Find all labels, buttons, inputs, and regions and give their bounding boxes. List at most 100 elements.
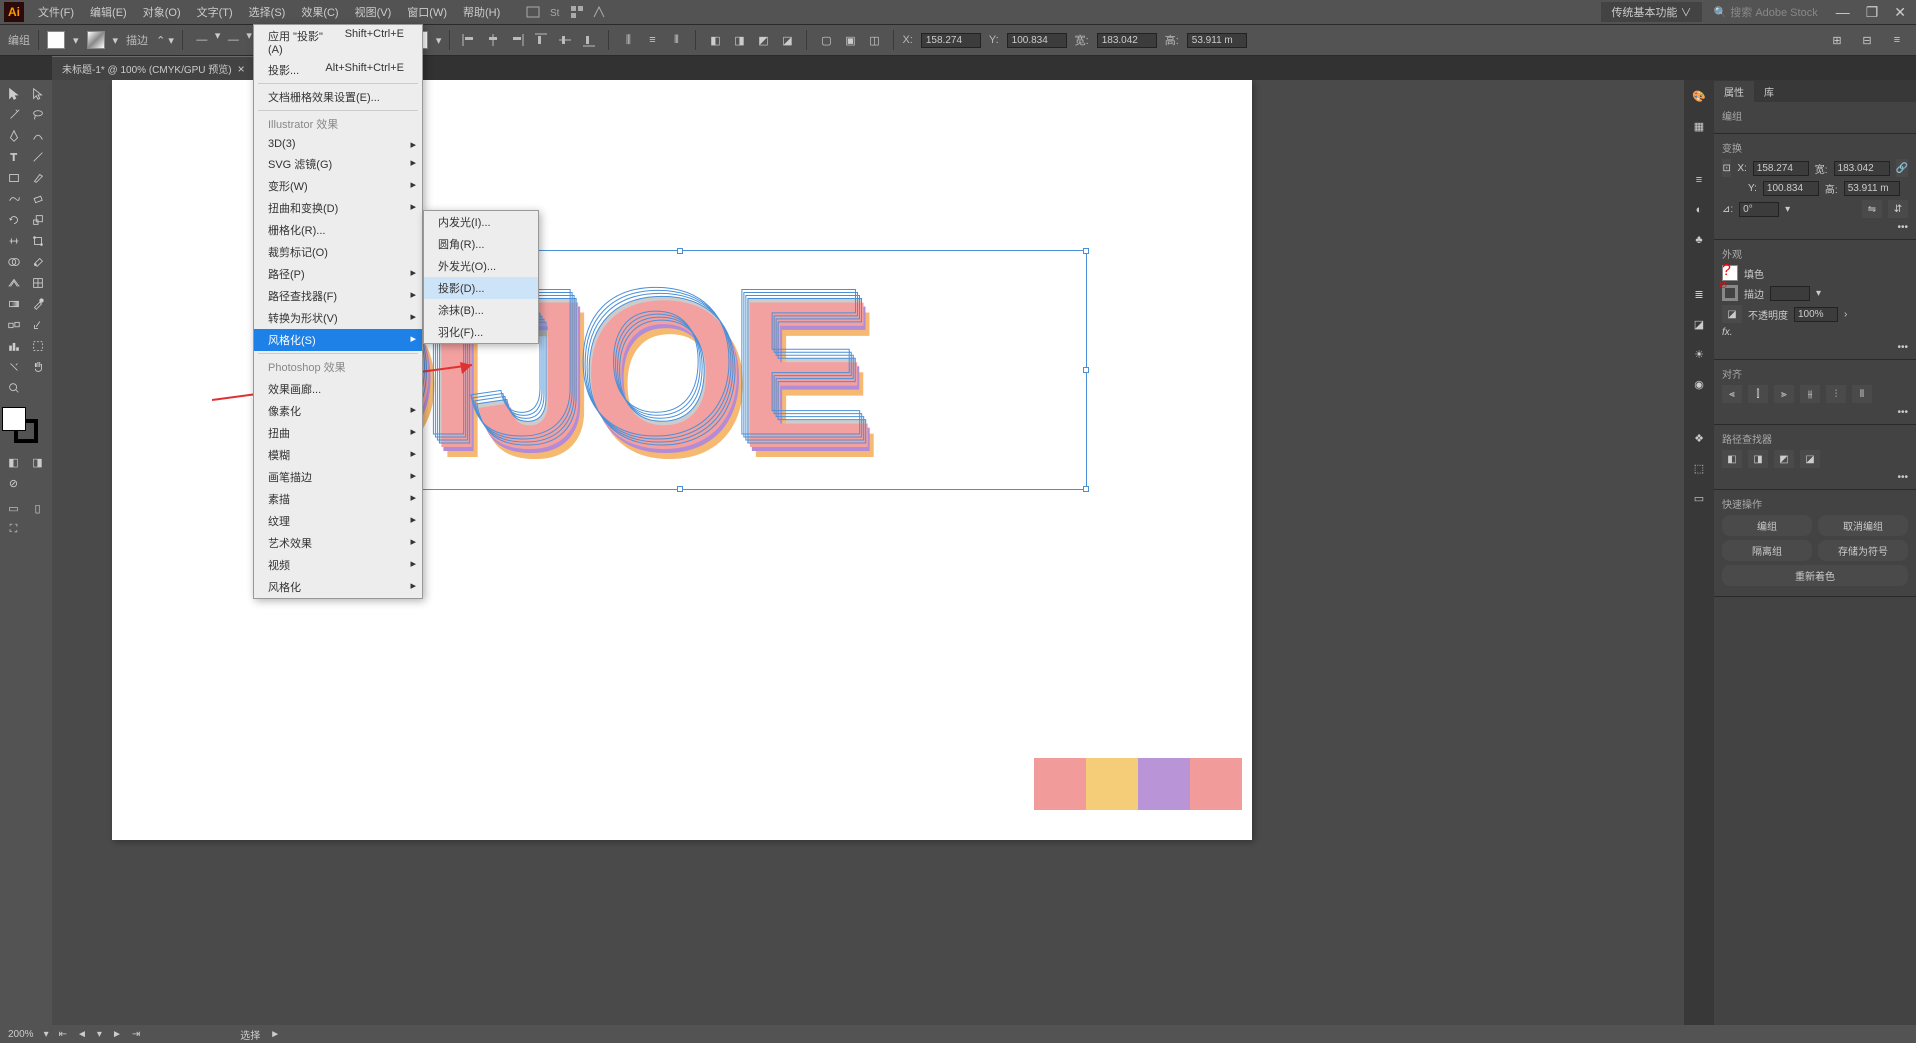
reference-point-icon[interactable]: ⊡ xyxy=(1722,159,1731,177)
menu-pixelate[interactable]: 像素化▸ xyxy=(254,400,422,422)
w-input[interactable] xyxy=(1097,33,1157,48)
type-tool[interactable]: T xyxy=(2,147,25,167)
more-options-icon[interactable]: ••• xyxy=(1897,407,1908,418)
artboard-nav-dropdown[interactable]: ▾ xyxy=(97,1029,102,1040)
isolate-button[interactable]: 隔离组 xyxy=(1722,540,1812,561)
tab-properties[interactable]: 属性 xyxy=(1714,81,1754,102)
menu-file[interactable]: 文件(F) xyxy=(30,1,82,23)
menu-raster-settings[interactable]: 文档栅格效果设置(E)... xyxy=(254,86,422,108)
chevron-right-icon[interactable]: › xyxy=(1844,309,1847,320)
fill-swatch[interactable] xyxy=(47,31,65,49)
swatches-panel-icon[interactable]: ▦ xyxy=(1689,116,1709,136)
stroke-profile-icon[interactable]: — xyxy=(191,29,213,51)
nav-next-icon[interactable]: ► xyxy=(112,1029,122,1040)
stroke-weight-input[interactable] xyxy=(1770,286,1810,301)
pathfinder-intersect-icon[interactable]: ◩ xyxy=(1774,450,1794,468)
group-button[interactable]: 编组 xyxy=(1722,515,1812,536)
paintbrush-tool[interactable] xyxy=(26,168,49,188)
symbol-sprayer-tool[interactable] xyxy=(26,315,49,335)
menu-blur[interactable]: 模糊▸ xyxy=(254,444,422,466)
asset-export-panel-icon[interactable]: ⬚ xyxy=(1689,458,1709,478)
window-minimize[interactable]: — xyxy=(1830,2,1856,22)
stroke-label[interactable]: 描边 xyxy=(126,32,148,48)
menu-artistic[interactable]: 艺术效果▸ xyxy=(254,532,422,554)
opacity-input[interactable] xyxy=(1794,307,1838,322)
gradient-panel-icon[interactable]: ◐ xyxy=(1689,200,1709,220)
eraser-tool[interactable] xyxy=(26,189,49,209)
chevron-down-icon[interactable]: ▾ xyxy=(1785,204,1790,215)
menu-texture[interactable]: 纹理▸ xyxy=(254,510,422,532)
color-panel-icon[interactable]: 🎨 xyxy=(1689,86,1709,106)
hand-tool[interactable] xyxy=(26,357,49,377)
layers-panel-icon[interactable]: ❖ xyxy=(1689,428,1709,448)
window-close[interactable]: ✕ xyxy=(1888,2,1912,23)
direct-selection-tool[interactable] xyxy=(26,84,49,104)
more-options-icon[interactable]: ••• xyxy=(1897,472,1908,483)
lasso-tool[interactable] xyxy=(26,105,49,125)
align-left-icon[interactable]: ⫷ xyxy=(1722,385,1742,403)
menu-effect[interactable]: 效果(C) xyxy=(293,1,346,23)
menu-3d[interactable]: 3D(3)▸ xyxy=(254,135,422,153)
appearance-panel-icon[interactable]: ☀ xyxy=(1689,344,1709,364)
chevron-down-icon[interactable]: ▾ xyxy=(1816,288,1821,299)
cloud-doc-icon[interactable] xyxy=(522,1,544,23)
menu-scribble[interactable]: 涂抹(B)... xyxy=(424,299,538,321)
chevron-down-icon[interactable]: ▾ xyxy=(113,34,119,47)
shape-mode-2-icon[interactable]: ▣ xyxy=(839,29,861,51)
more-options-icon[interactable]: ••• xyxy=(1897,222,1908,233)
menu-ps-stylize[interactable]: 风格化▸ xyxy=(254,576,422,598)
chevron-down-icon[interactable]: ▾ xyxy=(73,34,79,47)
selection-tool[interactable] xyxy=(2,84,25,104)
menu-pathfinder[interactable]: 路径查找器(F)▸ xyxy=(254,285,422,307)
y-input[interactable] xyxy=(1007,33,1067,48)
live-paint-tool[interactable] xyxy=(26,252,49,272)
gradient-tool[interactable] xyxy=(2,294,25,314)
menu-effect-gallery[interactable]: 效果画廊... xyxy=(254,378,422,400)
perspective-grid-tool[interactable] xyxy=(2,273,25,293)
flip-h-icon[interactable]: ⇋ xyxy=(1862,200,1882,218)
x-input[interactable] xyxy=(1753,161,1809,176)
align-vcenter-icon[interactable]: ⫶ xyxy=(1826,385,1846,403)
menu-crop-marks[interactable]: 裁剪标记(O) xyxy=(254,241,422,263)
distribute-h-icon[interactable]: ⫼ xyxy=(617,29,639,51)
lock-aspect-icon[interactable]: 🔗 xyxy=(1896,159,1908,177)
distribute-v-icon[interactable]: ≡ xyxy=(641,29,663,51)
panel-toggle-2-icon[interactable]: ⊟ xyxy=(1856,29,1878,51)
stock-icon[interactable]: St xyxy=(544,1,566,23)
fill-color[interactable] xyxy=(2,407,26,431)
pathfinder-exclude-icon[interactable]: ◪ xyxy=(776,29,798,51)
brushes-panel-icon[interactable]: ≣ xyxy=(1689,284,1709,304)
color-mode-icon[interactable]: ◧ xyxy=(2,452,25,472)
shape-mode-1-icon[interactable]: ▢ xyxy=(815,29,837,51)
menu-window[interactable]: 窗口(W) xyxy=(399,1,455,23)
shaper-tool[interactable] xyxy=(2,189,25,209)
distribute-space-icon[interactable]: ⫴ xyxy=(665,29,687,51)
nav-last-icon[interactable]: ⇥ xyxy=(132,1029,140,1040)
menu-object[interactable]: 对象(O) xyxy=(135,1,189,23)
nav-first-icon[interactable]: ⇤ xyxy=(59,1029,67,1040)
gpu-icon[interactable] xyxy=(588,1,610,23)
pathfinder-exclude-icon[interactable]: ◪ xyxy=(1800,450,1820,468)
pathfinder-intersect-icon[interactable]: ◩ xyxy=(752,29,774,51)
slice-tool[interactable] xyxy=(2,357,25,377)
rotate-input[interactable] xyxy=(1739,202,1779,217)
search-stock[interactable]: 🔍 搜索 Adobe Stock xyxy=(1706,2,1826,22)
menu-video[interactable]: 视频▸ xyxy=(254,554,422,576)
graphic-styles-panel-icon[interactable]: ◉ xyxy=(1689,374,1709,394)
recolor-button[interactable]: 重新着色 xyxy=(1722,565,1908,586)
w-input[interactable] xyxy=(1834,161,1890,176)
menu-inner-glow[interactable]: 内发光(I)... xyxy=(424,211,538,233)
stroke-swatch[interactable] xyxy=(87,31,105,49)
menu-distort-transform[interactable]: 扭曲和变换(D)▸ xyxy=(254,197,422,219)
menu-distort[interactable]: 扭曲▸ xyxy=(254,422,422,444)
magic-wand-tool[interactable] xyxy=(2,105,25,125)
pathfinder-unite-icon[interactable]: ◧ xyxy=(1722,450,1742,468)
document-tab[interactable]: 未标题-1* @ 100% (CMYK/GPU 预览) × xyxy=(52,56,255,80)
curvature-tool[interactable] xyxy=(26,126,49,146)
x-input[interactable] xyxy=(921,33,981,48)
brush-definition-icon[interactable]: — xyxy=(222,29,244,51)
menu-stylize[interactable]: 风格化(S)▸ xyxy=(254,329,422,351)
menu-edit[interactable]: 编辑(E) xyxy=(82,1,135,23)
menu-round-corners[interactable]: 圆角(R)... xyxy=(424,233,538,255)
gradient-mode-icon[interactable]: ◨ xyxy=(26,452,49,472)
